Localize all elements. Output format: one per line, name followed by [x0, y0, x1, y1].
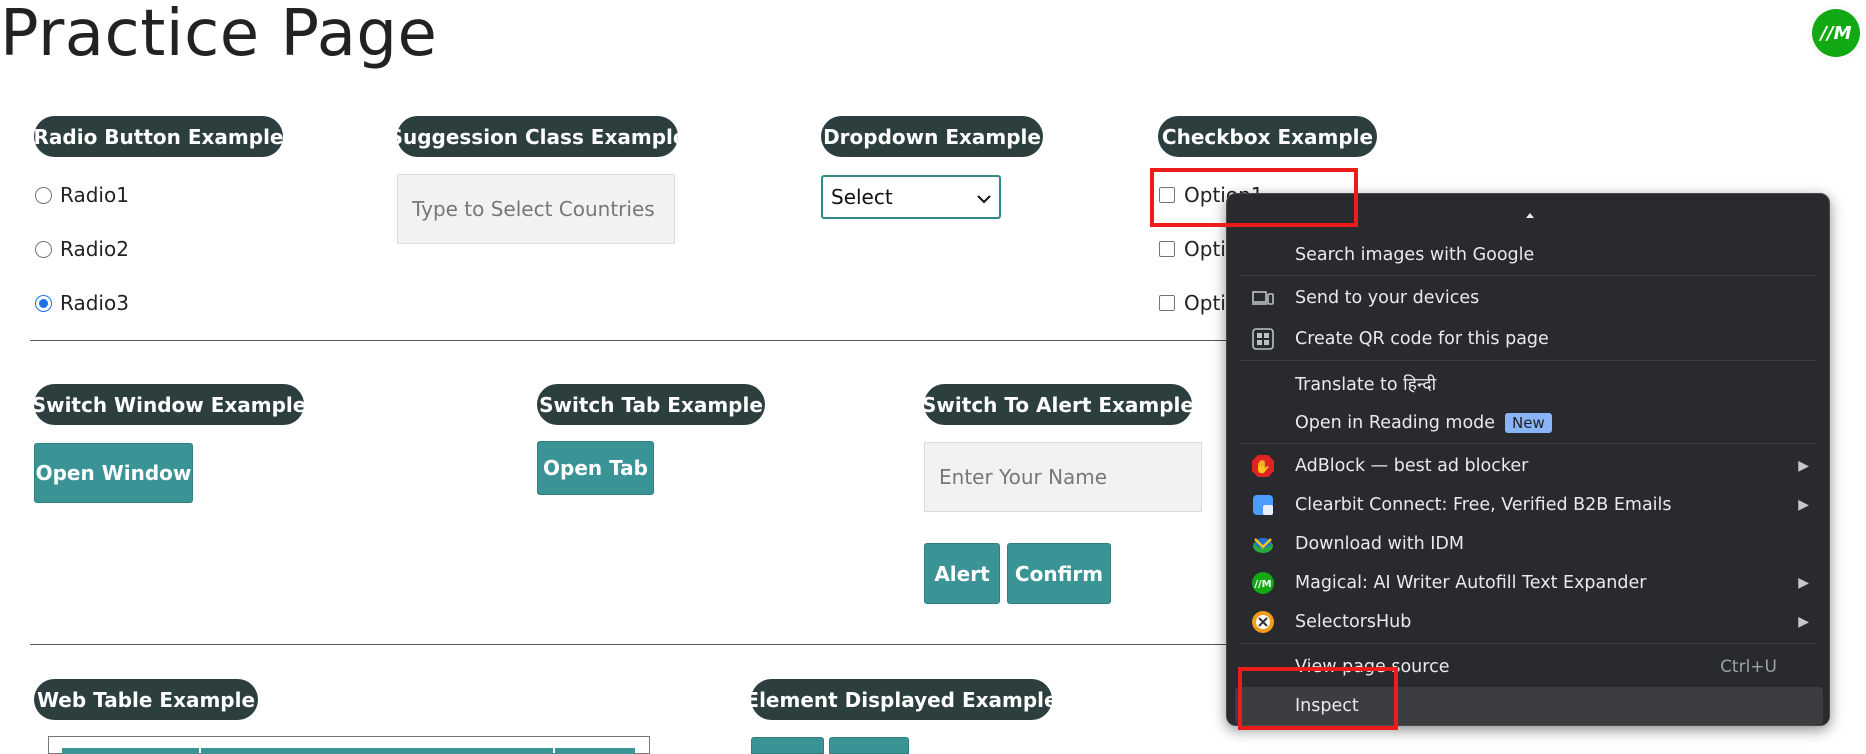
page-title: Practice Page — [0, 0, 438, 71]
open-tab-button[interactable]: Open Tab — [537, 441, 654, 495]
radio-button[interactable] — [35, 240, 52, 258]
menu-separator — [1241, 443, 1817, 444]
menu-item-label: Create QR code for this page — [1295, 329, 1549, 349]
table-header-cell — [62, 748, 199, 754]
scroll-up-icon[interactable] — [1526, 213, 1534, 218]
checkbox-label: Opti — [1184, 291, 1226, 315]
hide-button[interactable] — [751, 737, 824, 754]
dropdown-select[interactable]: Select — [821, 175, 1001, 219]
menu-item-clearbit[interactable]: Clearbit Connect: Free, Verified B2B Ema… — [1235, 486, 1823, 524]
menu-item-magical[interactable]: //M Magical: AI Writer Autofill Text Exp… — [1235, 564, 1823, 602]
checkbox-label: Opti — [1184, 237, 1226, 261]
menu-item-send-devices[interactable]: Send to your devices — [1235, 279, 1823, 317]
qr-code-icon — [1251, 327, 1275, 351]
checkbox-legend: Checkbox Example — [1158, 116, 1377, 157]
radio-label: Radio3 — [60, 291, 129, 315]
clearbit-icon — [1251, 493, 1275, 517]
magical-icon: //M — [1251, 571, 1275, 595]
menu-item-label: Translate to हिन्दी — [1295, 375, 1437, 395]
table-header-cell — [201, 748, 553, 754]
switch-tab-legend: Switch Tab Example — [537, 384, 765, 425]
menu-item-adblock[interactable]: ✋ AdBlock — best ad blocker ▶ — [1235, 447, 1823, 485]
menu-item-label: Open in Reading mode — [1295, 413, 1496, 433]
menu-item-label-wrap: Open in Reading mode New — [1295, 413, 1552, 433]
menu-item-label: SelectorsHub — [1295, 612, 1412, 632]
new-badge: New — [1505, 413, 1552, 433]
alert-button[interactable]: Alert — [924, 543, 1000, 604]
menu-item-qr-code[interactable]: Create QR code for this page — [1235, 320, 1823, 358]
submenu-arrow-icon: ▶ — [1798, 458, 1809, 474]
menu-item-search-images[interactable]: Search images with Google — [1235, 236, 1823, 274]
menu-separator — [1241, 360, 1817, 361]
switch-window-legend: Switch Window Example — [32, 384, 306, 425]
submenu-arrow-icon: ▶ — [1798, 575, 1809, 591]
menu-item-idm[interactable]: Download with IDM — [1235, 525, 1823, 563]
context-menu: Search images with Google Send to your d… — [1226, 193, 1830, 726]
highlight-inspect — [1238, 667, 1398, 730]
menu-item-label: AdBlock — best ad blocker — [1295, 456, 1529, 476]
submenu-arrow-icon: ▶ — [1798, 497, 1809, 513]
highlight-option1 — [1150, 168, 1358, 227]
radio-option-2[interactable]: Radio2 — [35, 237, 129, 261]
checkbox[interactable] — [1159, 295, 1175, 311]
radio-button-selected[interactable] — [35, 294, 52, 312]
table-header-cell — [555, 748, 635, 754]
show-button[interactable] — [829, 737, 909, 754]
radio-label: Radio2 — [60, 237, 129, 261]
devices-icon — [1251, 286, 1275, 310]
menu-shortcut: Ctrl+U — [1720, 657, 1777, 677]
checkbox[interactable] — [1159, 241, 1175, 257]
radio-option-3[interactable]: Radio3 — [35, 291, 129, 315]
switch-alert-legend: Switch To Alert Example — [922, 384, 1194, 425]
web-table-legend: Web Table Example — [34, 679, 258, 720]
radio-legend: Radio Button Example — [34, 116, 283, 157]
section-divider — [30, 644, 1230, 645]
svg-text:✋: ✋ — [1255, 459, 1271, 475]
radio-label: Radio1 — [60, 183, 129, 207]
dropdown-selected-value: Select — [831, 185, 893, 209]
svg-text://M: //M — [1254, 579, 1271, 590]
menu-item-label: Send to your devices — [1295, 288, 1480, 308]
menu-item-label: Download with IDM — [1295, 534, 1464, 554]
menu-item-label: Search images with Google — [1295, 245, 1535, 265]
menu-item-label: Clearbit Connect: Free, Verified B2B Ema… — [1295, 495, 1672, 515]
element-displayed-legend: Element Displayed Example — [745, 679, 1058, 720]
suggestion-legend: Suggession Class Example — [389, 116, 686, 157]
magical-extension-icon[interactable]: //M — [1812, 9, 1860, 57]
menu-separator — [1241, 643, 1817, 644]
checkbox-option-2[interactable]: Opti — [1159, 237, 1226, 261]
idm-icon — [1251, 532, 1275, 556]
menu-item-translate[interactable]: Translate to हिन्दी — [1235, 365, 1823, 403]
menu-separator — [1241, 275, 1817, 276]
menu-item-label: Magical: AI Writer Autofill Text Expande… — [1295, 573, 1647, 593]
country-autocomplete-input[interactable]: Type to Select Countries — [397, 174, 675, 244]
submenu-arrow-icon: ▶ — [1798, 614, 1809, 630]
name-input[interactable]: Enter Your Name — [924, 442, 1202, 512]
radio-option-1[interactable]: Radio1 — [35, 183, 129, 207]
checkbox-option-3[interactable]: Opti — [1159, 291, 1226, 315]
chevron-down-icon — [977, 185, 991, 209]
radio-button[interactable] — [35, 186, 52, 204]
section-divider — [30, 340, 1230, 341]
menu-item-selectorshub[interactable]: SelectorsHub ▶ — [1235, 603, 1823, 641]
selectorshub-icon — [1251, 610, 1275, 634]
dropdown-legend: Dropdown Example — [821, 116, 1043, 157]
menu-item-reading-mode[interactable]: Open in Reading mode New — [1235, 404, 1823, 442]
confirm-button[interactable]: Confirm — [1007, 543, 1111, 604]
open-window-button[interactable]: Open Window — [34, 443, 193, 503]
adblock-icon: ✋ — [1251, 454, 1275, 478]
